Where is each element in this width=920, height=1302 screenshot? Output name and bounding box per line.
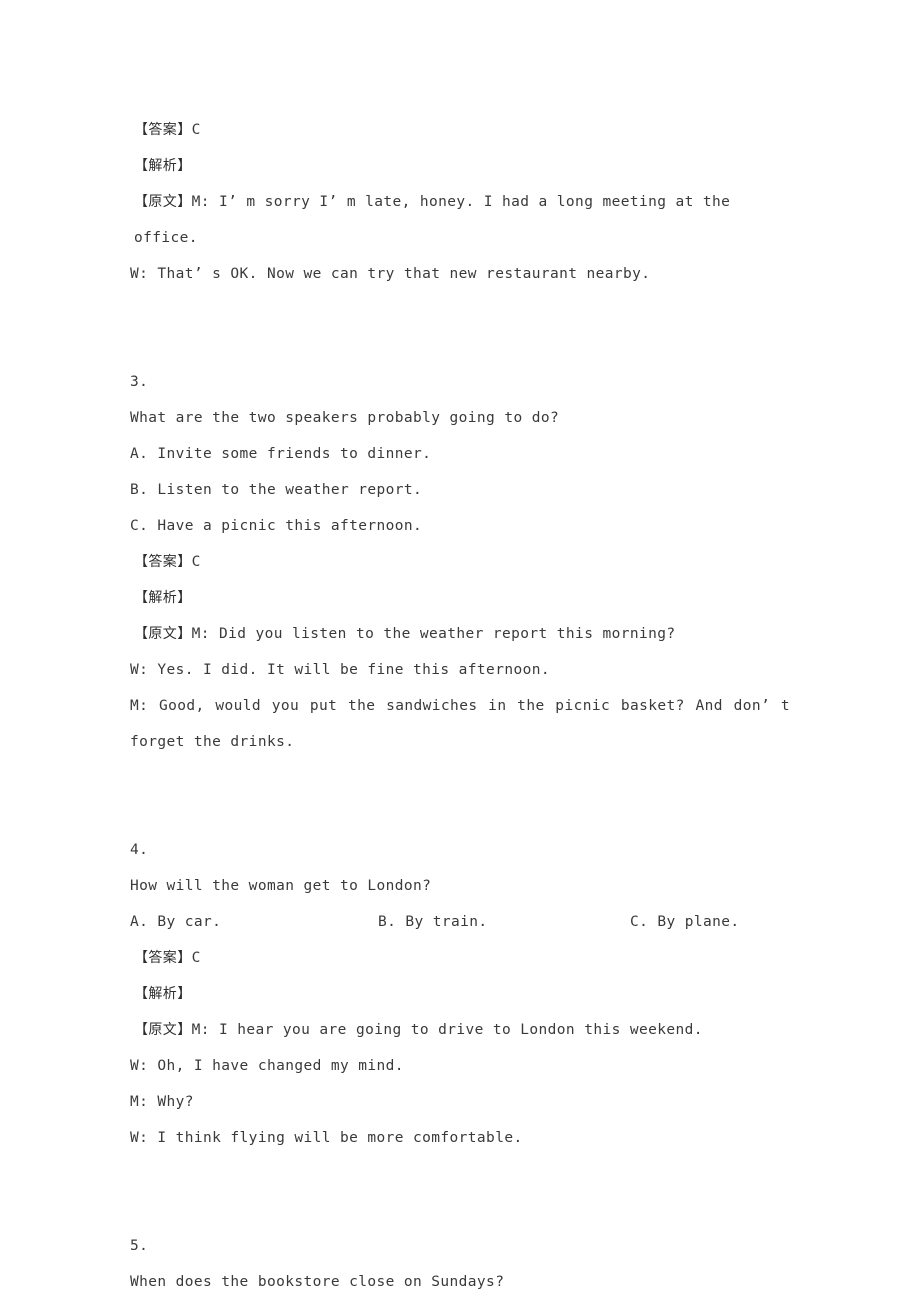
block-separator <box>130 760 790 832</box>
analysis-line: 【解析】 <box>134 580 790 616</box>
answer-label: 【答案】 <box>134 122 192 138</box>
transcript-line: W: That’ s OK. Now we can try that new r… <box>130 266 651 282</box>
option-c[interactable]: C. Have a picnic this afternoon. <box>130 508 790 544</box>
question-block-4: 4. How will the woman get to London? A. … <box>130 832 790 1156</box>
transcript-text: M: Did you listen to the weather report … <box>191 626 676 642</box>
answer-value: C <box>191 554 201 570</box>
question-block-5: 5. When does the bookstore close on Sund… <box>130 1228 790 1302</box>
transcript-label: 【原文】 <box>134 626 192 642</box>
transcript-line: M: Why? <box>130 1094 194 1110</box>
transcript-line: 【原文】M: I hear you are going to drive to … <box>134 1012 790 1048</box>
answer-line: 【答案】C <box>134 112 790 148</box>
analysis-line: 【解析】 <box>134 148 790 184</box>
transcript-label: 【原文】 <box>134 194 192 210</box>
transcript-line: 【原文】M: Did you listen to the weather rep… <box>134 616 790 652</box>
answer-value: C <box>191 950 201 966</box>
question-number: 3. <box>130 374 149 390</box>
block-separator <box>130 1156 790 1228</box>
answer-label: 【答案】 <box>134 950 192 966</box>
transcript-line: W: Yes. I did. It will be fine this afte… <box>130 662 550 678</box>
analysis-label: 【解析】 <box>134 158 192 174</box>
transcript-text: M: I’ m sorry I’ m late, honey. I had a … <box>134 194 740 246</box>
answer-label: 【答案】 <box>134 554 192 570</box>
question-block-2-key: 【答案】C 【解析】 【原文】M: I’ m sorry I’ m late, … <box>130 112 790 292</box>
question-number: 4. <box>130 842 149 858</box>
answer-line: 【答案】C <box>134 544 790 580</box>
transcript-line: M: Good, would you put the sandwiches in… <box>130 698 800 750</box>
question-stem: When does the bookstore close on Sundays… <box>130 1274 505 1290</box>
transcript-text: M: I hear you are going to drive to Lond… <box>191 1022 703 1038</box>
answer-line: 【答案】C <box>134 940 790 976</box>
option-a[interactable]: A. Invite some friends to dinner. <box>130 436 790 472</box>
analysis-label: 【解析】 <box>134 986 192 1002</box>
option-a[interactable]: A. By car. <box>130 904 221 940</box>
document-page: 【答案】C 【解析】 【原文】M: I’ m sorry I’ m late, … <box>0 0 920 1302</box>
options-row: A. By car. B. By train. C. By plane. <box>130 904 790 940</box>
transcript-line: W: I think flying will be more comfortab… <box>130 1130 523 1146</box>
question-stem: What are the two speakers probably going… <box>130 410 560 426</box>
question-number: 5. <box>130 1238 149 1254</box>
option-c[interactable]: C. By plane. <box>630 904 740 940</box>
document-body: 【答案】C 【解析】 【原文】M: I’ m sorry I’ m late, … <box>130 112 790 1302</box>
transcript-line: W: Oh, I have changed my mind. <box>130 1058 404 1074</box>
block-separator <box>130 292 790 364</box>
analysis-line: 【解析】 <box>134 976 790 1012</box>
transcript-line: 【原文】M: I’ m sorry I’ m late, honey. I ha… <box>134 184 790 256</box>
question-stem: How will the woman get to London? <box>130 878 432 894</box>
option-b[interactable]: B. By train. <box>378 904 488 940</box>
transcript-label: 【原文】 <box>134 1022 192 1038</box>
answer-value: C <box>191 122 201 138</box>
option-b[interactable]: B. Listen to the weather report. <box>130 472 790 508</box>
question-block-3: 3. What are the two speakers probably go… <box>130 364 790 760</box>
analysis-label: 【解析】 <box>134 590 192 606</box>
